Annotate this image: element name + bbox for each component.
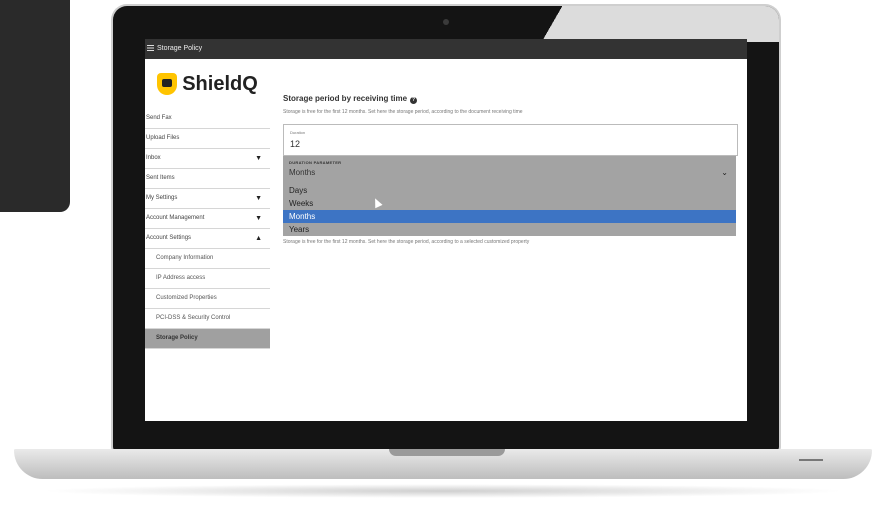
chevron-down-icon[interactable]: ⌄ [721,168,728,177]
help-icon[interactable]: ? [410,97,418,104]
sidebar-subitem-ip-address-access[interactable]: IP Address access [145,269,270,289]
caret-down-icon: ▼ [255,195,262,202]
lid-reflection [530,6,779,42]
sidebar-item-inbox[interactable]: Inbox ▼ [145,149,270,169]
sidebar-item-send-fax[interactable]: Send Fax [145,109,270,129]
shield-logo-icon [157,73,178,95]
main-content: Storage period by receiving time? Storag… [281,59,741,399]
section-title: Storage period by receiving time? [283,94,418,104]
dropdown-option-months[interactable]: Months [283,210,736,223]
duration-parameter-label: DURATION PARAMETER [289,160,342,165]
sidebar-item-my-settings[interactable]: My Settings ▼ [145,189,270,209]
brand-name: ShieldQ [182,72,258,95]
sidebar: ShieldQ Send Fax Upload Files Inbox ▼ Sen… [145,59,270,349]
screen: Storage Policy ShieldQ Send Fax Upload F… [145,39,747,421]
dropdown-option-years[interactable]: Years [283,223,736,236]
sidebar-subitem-company-information[interactable]: Company Information [145,249,270,269]
camera-icon [443,19,449,25]
logo: ShieldQ [145,59,270,109]
hamburger-menu-icon[interactable] [147,45,154,52]
caret-down-icon: ▼ [255,215,262,222]
hinge-notch [389,449,505,456]
window-title: Storage Policy [157,45,203,52]
section-description-2: Storage is free for the first 12 months.… [283,239,530,245]
background-card [0,0,70,212]
titlebar: Storage Policy [145,39,747,59]
duration-value: 12 [290,139,301,149]
sidebar-item-sent-items[interactable]: Sent Items [145,169,270,189]
duration-field[interactable]: Duration 12 [283,124,738,156]
sidebar-item-upload-files[interactable]: Upload Files [145,129,270,149]
duration-parameter-select[interactable]: DURATION PARAMETER Months ⌄ Days Weeks M… [283,156,736,236]
dropdown-option-days[interactable]: Days [283,184,736,197]
dropdown-option-weeks[interactable]: Weeks [283,197,736,210]
sidebar-item-account-management[interactable]: Account Management ▼ [145,209,270,229]
laptop-shadow [40,484,846,498]
section-description: Storage is free for the first 12 months.… [283,109,523,115]
sidebar-item-account-settings[interactable]: Account Settings ▲ [145,229,270,249]
sidebar-subitem-pci-dss[interactable]: PCI-DSS & Security Control [145,309,270,329]
duration-label: Duration [290,130,306,135]
status-light [799,459,823,461]
caret-up-icon: ▲ [255,235,262,242]
sidebar-subitem-customized-properties[interactable]: Customized Properties [145,289,270,309]
duration-parameter-value: Months [289,168,316,177]
sidebar-subitem-storage-policy[interactable]: Storage Policy [145,329,270,349]
caret-down-icon: ▼ [255,155,262,162]
